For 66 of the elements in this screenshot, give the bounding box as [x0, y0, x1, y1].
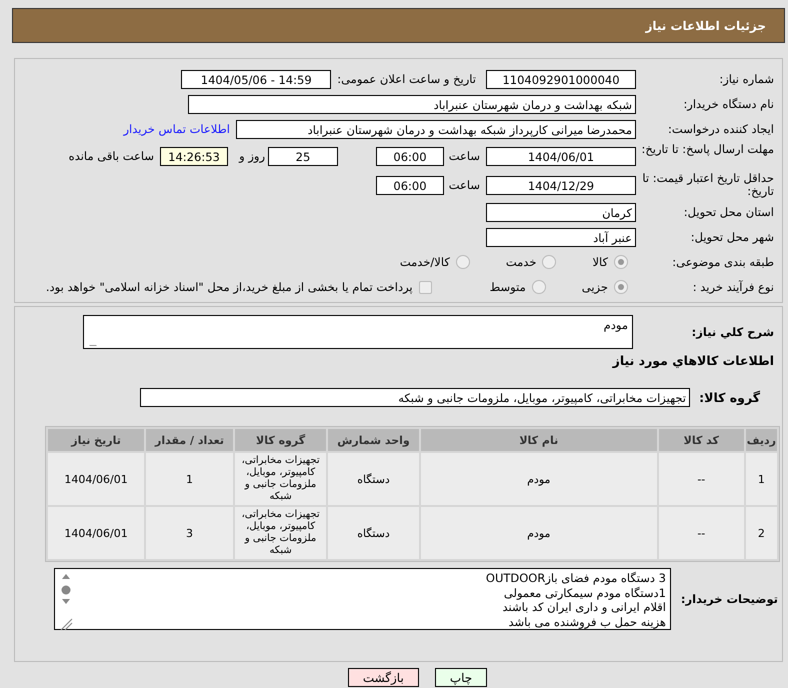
field-label: ایجاد کننده درخواست:: [667, 122, 775, 136]
table-cell: 3: [146, 507, 233, 559]
note-line: 3 دستگاه مودم فضای بازOUTDOOR: [486, 571, 666, 586]
field-label: نام دستگاه خریدار:: [682, 98, 775, 110]
field-label: نوع فرآیند خرید :: [692, 280, 775, 294]
table-cell: دستگاه: [328, 453, 419, 505]
radio-button[interactable]: [456, 255, 470, 269]
table-cell: تجهیزات مخابراتی، کامپیوتر، موبایل، ملزومات جانبی و شبکه: [234, 507, 326, 559]
radio-button[interactable]: [532, 280, 546, 294]
field-label: گروه کالا:: [698, 390, 761, 404]
field-label: شرح کلي نیاز:: [690, 326, 775, 338]
days-field: 25: [268, 146, 338, 166]
field-label: توضیحات خریدار:: [680, 592, 779, 606]
column-header: تعداد / مقدار: [146, 429, 233, 451]
column-header: گروه کالا: [234, 429, 326, 451]
description-box: مودم: [83, 315, 633, 349]
note-line: اقلام ایرانی و داری ایران کد باشند: [502, 600, 666, 614]
radio-label: متوسط: [490, 280, 526, 294]
field-label: روز و: [238, 149, 266, 163]
table-cell: --: [658, 507, 744, 559]
field-label: طبقه بندی موضوعی:: [671, 256, 775, 268]
table-cell: دستگاه: [328, 507, 419, 559]
back-button[interactable]: بازگشت: [348, 668, 419, 687]
print-button[interactable]: چاپ: [434, 668, 488, 687]
field-label: شهر محل تحویل:: [690, 230, 775, 244]
time-field: 06:00: [376, 146, 444, 166]
contact-link[interactable]: اطلاعات تماس خریدار: [123, 122, 230, 136]
column-header: کد کالا: [658, 429, 744, 451]
table-cell: --: [658, 453, 744, 505]
date-field: 1404/06/01: [486, 146, 636, 166]
field-label: مهلت ارسال پاسخ: تا تاریخ:: [640, 143, 775, 158]
field-label: استان محل تحویل:: [682, 206, 775, 218]
field-label: ساعت: [448, 149, 481, 163]
radio-button[interactable]: [542, 255, 556, 269]
radio-label: کالا/خدمت: [400, 255, 450, 269]
field-label: شماره نیاز:: [718, 72, 775, 86]
field-label: ساعت: [448, 178, 481, 192]
section-heading: اطلاعات کالاهاي مورد نیاز: [611, 353, 775, 368]
field-label: تاریخ و ساعت اعلان عمومی:: [336, 72, 477, 86]
radio-label: جزیی: [582, 280, 608, 294]
table-cell: 1: [746, 453, 777, 505]
table-cell: مودم: [420, 507, 657, 559]
column-header: تاریخ نیاز: [48, 429, 144, 451]
table-cell: تجهیزات مخابراتی، کامپیوتر، موبایل، ملزومات جانبی و شبکه: [234, 453, 326, 505]
date-field: 1404/12/29: [486, 176, 636, 194]
page-title: جزئیات اطلاعات نیاز: [645, 18, 766, 32]
note-line: هزینه حمل ب فروشنده می باشد: [507, 614, 666, 629]
column-header: ردیف: [746, 429, 777, 451]
table-cell: 1404/06/01: [48, 453, 144, 505]
checkbox-label: پرداخت تمام یا بخشی از مبلغ خرید،از محل "اسناد خزانه اسلامی" خواهد بود.: [46, 280, 413, 294]
table-cell: 1404/06/01: [48, 507, 144, 559]
time-field: 06:00: [376, 176, 444, 194]
radio-button[interactable]: [614, 255, 628, 269]
checkbox[interactable]: [418, 280, 432, 294]
radio-button[interactable]: [614, 280, 628, 294]
column-header: نام کالا: [420, 429, 657, 451]
field-label: ساعت باقی مانده: [68, 149, 155, 163]
table-cell: 2: [746, 507, 777, 559]
column-header: واحد شمارش: [328, 429, 419, 451]
radio-label: خدمت: [506, 255, 536, 269]
countdown-field: 14:26:53: [160, 146, 228, 166]
table-cell: مودم: [420, 453, 657, 505]
field-label: حداقل تاریخ اعتبار قیمت: تا تاریخ:: [641, 172, 775, 198]
radio-label: کالا: [592, 255, 608, 269]
table-cell: 1: [146, 453, 233, 505]
note-line: 1دستگاه مودم سیمکارتی معمولی: [502, 586, 666, 600]
